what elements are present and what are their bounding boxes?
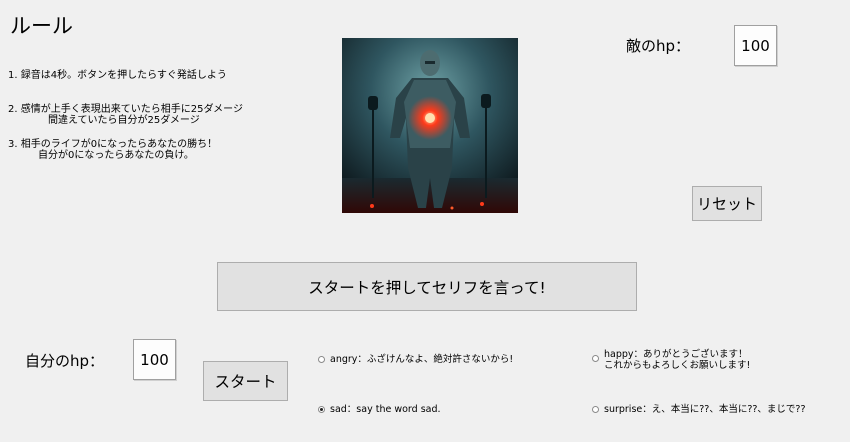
- option-happy-label: happy：ありがとうございます！ これからもよろしくお願いします!: [604, 349, 751, 371]
- rule-2: 2. 感情が上手く表現出来ていたら相手に25ダメージ 間違えていたら自分が25ダ…: [8, 104, 243, 126]
- option-sad-label: sad：say the word sad.: [330, 404, 441, 415]
- player-hp-value: 100: [133, 339, 176, 380]
- start-button[interactable]: スタート: [203, 361, 288, 401]
- rule-3: 3. 相手のライフが0になったらあなたの勝ち！ 自分が0になったらあなたの負け。: [8, 139, 218, 161]
- enemy-hp-label: 敵のhp：: [626, 37, 691, 55]
- radio-happy[interactable]: [592, 355, 599, 362]
- robot-figure-image: [342, 38, 518, 213]
- option-angry[interactable]: angry：ふざけんなよ、絶対許さないから!: [318, 354, 513, 365]
- option-surprise[interactable]: surprise：え、本当に??、本当に??、まじで??: [592, 404, 806, 415]
- option-sad[interactable]: sad：say the word sad.: [318, 404, 441, 415]
- radio-sad[interactable]: [318, 406, 325, 413]
- option-surprise-label: surprise：え、本当に??、本当に??、まじで??: [604, 404, 806, 415]
- player-hp-label: 自分のhp：: [25, 352, 105, 370]
- reset-button[interactable]: リセット: [692, 186, 762, 221]
- prompt-button[interactable]: スタートを押してセリフを言って!: [217, 262, 637, 311]
- radio-angry[interactable]: [318, 356, 325, 363]
- enemy-hp-value: 100: [734, 25, 777, 66]
- radio-surprise[interactable]: [592, 406, 599, 413]
- rules-title: ルール: [10, 14, 73, 38]
- option-happy[interactable]: happy：ありがとうございます！ これからもよろしくお願いします!: [592, 349, 750, 371]
- option-angry-label: angry：ふざけんなよ、絶対許さないから!: [330, 354, 514, 365]
- rule-1: 1. 録音は4秒。ボタンを押したらすぐ発話しよう: [8, 70, 227, 81]
